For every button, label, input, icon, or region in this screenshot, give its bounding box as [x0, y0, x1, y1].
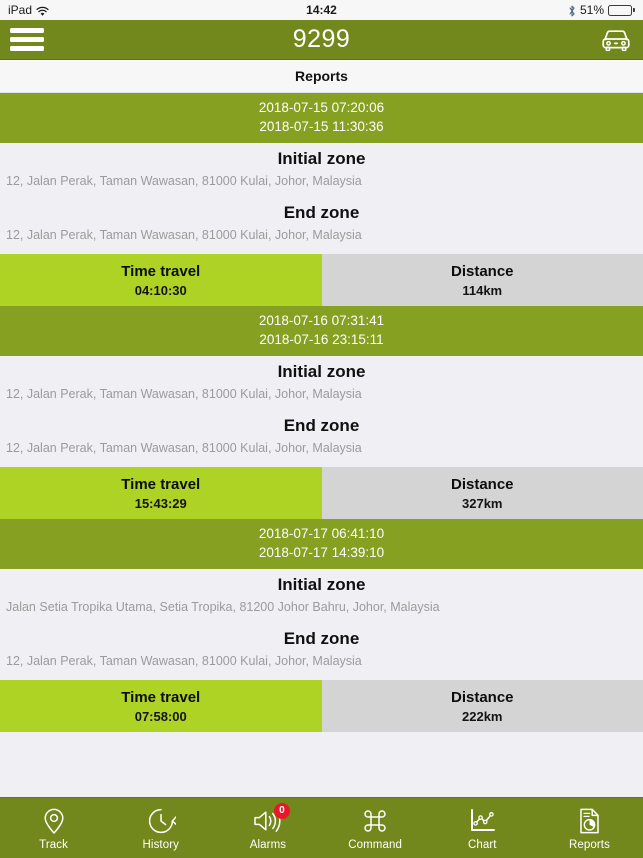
distance-label: Distance	[450, 688, 514, 706]
app-screen: iPad 14:42 51% 9299 Reports 2018-07-15 0…	[0, 0, 643, 858]
initial-zone-address: 12, Jalan Perak, Taman Wawasan, 81000 Ku…	[6, 174, 362, 188]
car-icon[interactable]	[599, 27, 633, 53]
initial-zone-heading: Initial zone	[277, 149, 366, 168]
report-zones: Initial zone 12, Jalan Perak, Taman Wawa…	[0, 356, 643, 467]
alarms-badge: 0	[273, 802, 290, 819]
tab-item-track[interactable]: Track	[0, 798, 107, 858]
tab-item-command[interactable]: Command	[322, 798, 429, 858]
time-travel-label: Time travel	[121, 475, 201, 493]
page-title: 9299	[292, 25, 351, 53]
report-metrics: Time travel 04:10:30 Distance 114km	[0, 254, 643, 306]
initial-zone-address: Jalan Setia Tropika Utama, Setia Tropika…	[6, 600, 440, 614]
map-pin-icon	[37, 806, 71, 836]
bluetooth-icon	[568, 5, 576, 17]
report-start-datetime: 2018-07-15 07:20:06	[258, 100, 385, 115]
report-zones: Initial zone 12, Jalan Perak, Taman Wawa…	[0, 143, 643, 254]
list-empty-space	[0, 732, 643, 797]
tab-item-reports[interactable]: Reports	[536, 798, 643, 858]
status-bar-left: iPad	[8, 3, 49, 17]
report-metrics: Time travel 07:58:00 Distance 222km	[0, 680, 643, 732]
tab-label: Reports	[568, 838, 610, 851]
end-zone-heading: End zone	[283, 629, 360, 648]
report-metrics: Time travel 15:43:29 Distance 327km	[0, 467, 643, 519]
report-end-datetime: 2018-07-17 14:39:10	[258, 545, 385, 560]
command-icon	[358, 806, 392, 836]
time-travel-value: 15:43:29	[134, 495, 187, 511]
report-start-datetime: 2018-07-16 07:31:41	[258, 313, 385, 328]
time-travel-label: Time travel	[121, 688, 201, 706]
battery-icon	[608, 4, 635, 16]
time-travel-metric: Time travel 07:58:00	[0, 680, 322, 732]
report-date-band: 2018-07-16 07:31:41 2018-07-16 23:15:11	[0, 306, 643, 356]
section-title: Reports	[0, 60, 643, 93]
time-travel-metric: Time travel 15:43:29	[0, 467, 322, 519]
tab-label: History	[142, 838, 179, 851]
status-bar-clock: 14:42	[306, 3, 337, 17]
report-date-band: 2018-07-17 06:41:10 2018-07-17 14:39:10	[0, 519, 643, 569]
speaker-icon: 0	[251, 802, 290, 836]
report-block[interactable]: 2018-07-16 07:31:41 2018-07-16 23:15:11 …	[0, 306, 643, 519]
initial-zone-heading: Initial zone	[277, 575, 366, 594]
report-end-datetime: 2018-07-16 23:15:11	[259, 332, 384, 347]
end-zone-heading: End zone	[283, 416, 360, 435]
tab-label: Alarms	[249, 838, 287, 851]
distance-value: 222km	[462, 708, 503, 724]
tab-label: Chart	[467, 838, 497, 851]
end-zone-address: 12, Jalan Perak, Taman Wawasan, 81000 Ku…	[6, 441, 362, 455]
line-chart-icon	[465, 806, 499, 836]
time-travel-value: 07:58:00	[134, 708, 187, 724]
end-zone-heading: End zone	[283, 203, 360, 222]
initial-zone-heading: Initial zone	[277, 362, 366, 381]
document-pie-icon	[572, 806, 606, 836]
report-date-band: 2018-07-15 07:20:06 2018-07-15 11:30:36	[0, 93, 643, 143]
report-block[interactable]: 2018-07-15 07:20:06 2018-07-15 11:30:36 …	[0, 93, 643, 306]
distance-metric: Distance 327km	[321, 467, 643, 519]
tab-item-alarms[interactable]: 0 Alarms	[214, 798, 321, 858]
time-travel-value: 04:10:30	[134, 282, 187, 298]
battery-percent-label: 51%	[579, 3, 604, 17]
app-header: 9299	[0, 20, 643, 60]
distance-value: 114km	[462, 282, 503, 298]
history-icon	[144, 806, 178, 836]
time-travel-label: Time travel	[121, 262, 201, 280]
ios-status-bar: iPad 14:42 51%	[0, 0, 643, 20]
report-start-datetime: 2018-07-17 06:41:10	[258, 526, 385, 541]
initial-zone-address: 12, Jalan Perak, Taman Wawasan, 81000 Ku…	[6, 387, 362, 401]
carrier-label: iPad	[8, 3, 33, 17]
end-zone-address: 12, Jalan Perak, Taman Wawasan, 81000 Ku…	[6, 654, 362, 668]
reports-list[interactable]: 2018-07-15 07:20:06 2018-07-15 11:30:36 …	[0, 93, 643, 797]
time-travel-metric: Time travel 04:10:30	[0, 254, 322, 306]
section-title-label: Reports	[295, 68, 348, 84]
report-block[interactable]: 2018-07-17 06:41:10 2018-07-17 14:39:10 …	[0, 519, 643, 732]
tab-label: Command	[348, 838, 402, 851]
bottom-tab-bar: Track History 0 Alarms Command Chart Rep…	[0, 797, 643, 858]
tab-label: Track	[39, 838, 68, 851]
distance-metric: Distance 114km	[321, 254, 643, 306]
distance-label: Distance	[450, 475, 514, 493]
distance-metric: Distance 222km	[321, 680, 643, 732]
report-end-datetime: 2018-07-15 11:30:36	[259, 119, 384, 134]
distance-label: Distance	[450, 262, 514, 280]
status-bar-right: 51%	[568, 3, 635, 17]
distance-value: 327km	[462, 495, 503, 511]
wifi-icon	[36, 6, 49, 17]
tab-item-history[interactable]: History	[107, 798, 214, 858]
hamburger-menu-icon[interactable]	[10, 27, 44, 53]
tab-item-chart[interactable]: Chart	[429, 798, 536, 858]
end-zone-address: 12, Jalan Perak, Taman Wawasan, 81000 Ku…	[6, 228, 362, 242]
report-zones: Initial zone Jalan Setia Tropika Utama, …	[0, 569, 643, 680]
